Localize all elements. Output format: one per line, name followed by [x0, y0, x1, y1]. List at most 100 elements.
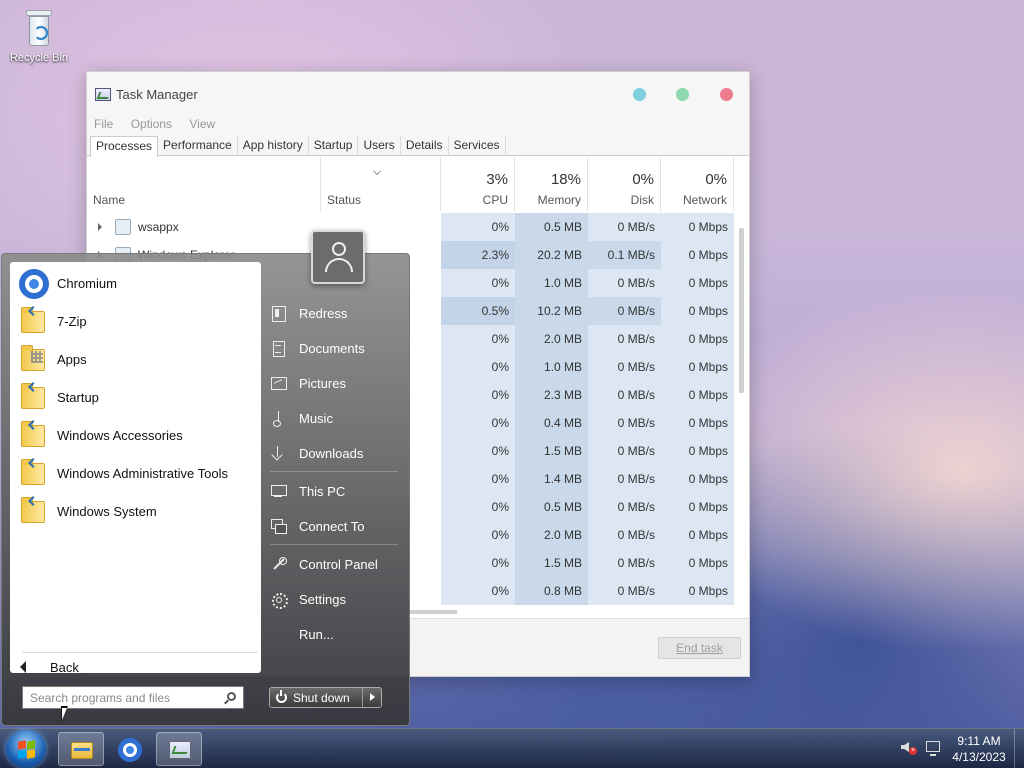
end-task-button[interactable]: End task	[658, 637, 741, 659]
program-windows-accessories[interactable]: Windows Accessories	[18, 418, 253, 452]
cell-cpu: 0%	[441, 381, 515, 409]
program-7zip[interactable]: 7-Zip	[18, 304, 253, 338]
column-header-memory[interactable]: 18% Memory	[515, 157, 588, 212]
start-item-control-panel[interactable]: Control Panel	[270, 552, 400, 576]
volume-muted-icon[interactable]	[901, 742, 909, 752]
cell-cpu: 0%	[441, 577, 515, 605]
cell-memory: 10.2 MB	[515, 297, 588, 325]
desktop-icon-recycle-bin[interactable]: Recycle Bin	[6, 8, 72, 64]
cell-cpu: 2.3%	[441, 241, 515, 269]
cell-cpu: 0%	[441, 521, 515, 549]
cell-memory: 2.3 MB	[515, 381, 588, 409]
taskbar-chromium[interactable]	[107, 732, 153, 766]
cell-disk: 0.1 MB/s	[588, 241, 661, 269]
table-row[interactable]: wsappx 0% 0.5 MB 0 MB/s 0 Mbps	[87, 213, 751, 241]
shutdown-button[interactable]: Shut down	[270, 688, 363, 707]
horizontal-scrollbar[interactable]	[407, 610, 457, 614]
start-item-run[interactable]: Run...	[270, 622, 400, 646]
expand-chevron-icon[interactable]	[98, 223, 102, 231]
menu-options[interactable]: Options	[131, 117, 172, 131]
minimize-button[interactable]	[633, 88, 646, 101]
cell-memory: 1.5 MB	[515, 549, 588, 577]
search-icon[interactable]	[227, 692, 236, 701]
folder-icon	[18, 495, 49, 527]
tab-performance[interactable]: Performance	[158, 136, 238, 156]
start-button[interactable]	[6, 730, 46, 768]
start-menu: Chromium 7-Zip Apps Startup Windows Acce…	[1, 230, 410, 726]
cell-network: 0 Mbps	[661, 521, 734, 549]
tab-users[interactable]: Users	[358, 136, 401, 156]
chromium-icon	[18, 268, 49, 299]
column-header-status[interactable]: Status	[321, 157, 441, 212]
menu-view[interactable]: View	[189, 117, 215, 131]
start-item-settings[interactable]: Settings	[270, 587, 400, 611]
cell-cpu: 0%	[441, 549, 515, 577]
start-item-pictures[interactable]: Pictures	[270, 371, 400, 395]
column-header-disk[interactable]: 0% Disk	[588, 157, 661, 212]
vertical-scrollbar[interactable]	[739, 228, 744, 393]
clock-date: 4/13/2023	[952, 750, 1006, 764]
program-apps[interactable]: Apps	[18, 342, 253, 376]
cell-disk: 0 MB/s	[588, 213, 661, 241]
task-manager-icon	[95, 88, 111, 101]
title-bar[interactable]: Task Manager	[87, 72, 749, 116]
close-button[interactable]	[720, 88, 733, 101]
tab-strip: Processes Performance App history Startu…	[87, 136, 749, 157]
network-icon[interactable]	[926, 741, 940, 756]
shutdown-options-button[interactable]	[363, 688, 381, 707]
column-header-network[interactable]: 0% Network	[661, 157, 734, 212]
cell-memory: 20.2 MB	[515, 241, 588, 269]
start-item-this-pc[interactable]: This PC	[270, 479, 400, 503]
power-icon	[276, 690, 287, 703]
cell-disk: 0 MB/s	[588, 353, 661, 381]
cell-memory: 1.0 MB	[515, 353, 588, 381]
divider	[270, 544, 398, 545]
user-avatar[interactable]	[311, 230, 365, 284]
search-input[interactable]	[23, 687, 218, 708]
tab-startup[interactable]: Startup	[309, 136, 359, 156]
process-icon	[115, 219, 131, 235]
tab-processes[interactable]: Processes	[90, 136, 159, 157]
search-box[interactable]	[22, 686, 244, 709]
tab-app-history[interactable]: App history	[238, 136, 309, 156]
mouse-cursor	[61, 706, 68, 722]
start-item-connect-to[interactable]: Connect To	[270, 514, 400, 538]
divider	[270, 471, 398, 472]
menu-file[interactable]: File	[94, 117, 113, 131]
cell-memory: 0.8 MB	[515, 577, 588, 605]
tab-services[interactable]: Services	[449, 136, 506, 156]
program-chromium[interactable]: Chromium	[18, 266, 253, 300]
maximize-button[interactable]	[676, 88, 689, 101]
taskbar-file-explorer[interactable]	[58, 732, 104, 766]
column-header-cpu[interactable]: 3% CPU	[441, 157, 515, 212]
cell-memory: 1.5 MB	[515, 437, 588, 465]
cell-disk: 0 MB/s	[588, 325, 661, 353]
start-item-downloads[interactable]: Downloads	[270, 441, 400, 465]
program-startup[interactable]: Startup	[18, 380, 253, 414]
cell-disk: 0 MB/s	[588, 577, 661, 605]
program-windows-administrative-tools[interactable]: Windows Administrative Tools	[18, 456, 253, 490]
cell-disk: 0 MB/s	[588, 437, 661, 465]
taskbar-task-manager[interactable]	[156, 732, 202, 766]
cell-disk: 0 MB/s	[588, 409, 661, 437]
show-desktop-button[interactable]	[1014, 729, 1024, 768]
run-icon	[270, 626, 286, 642]
cell-network: 0 Mbps	[661, 493, 734, 521]
start-item-documents[interactable]: Documents	[270, 336, 400, 360]
start-item-redress[interactable]: Redress	[270, 301, 400, 325]
cell-network: 0 Mbps	[661, 353, 734, 381]
start-item-music[interactable]: Music	[270, 406, 400, 430]
back-button[interactable]: Back	[20, 657, 79, 677]
program-windows-system[interactable]: Windows System	[18, 494, 253, 528]
tab-details[interactable]: Details	[401, 136, 449, 156]
column-header-name[interactable]: Name	[87, 157, 321, 212]
desktop-icon-label: Recycle Bin	[9, 52, 69, 64]
apps-folder-icon	[18, 344, 49, 375]
cell-cpu: 0%	[441, 213, 515, 241]
documents-icon	[270, 340, 286, 357]
cell-network: 0 Mbps	[661, 297, 734, 325]
cell-memory: 2.0 MB	[515, 521, 588, 549]
cell-cpu: 0%	[441, 409, 515, 437]
cell-cpu: 0%	[441, 269, 515, 297]
clock[interactable]: 9:11 AM 4/13/2023	[948, 733, 1010, 765]
